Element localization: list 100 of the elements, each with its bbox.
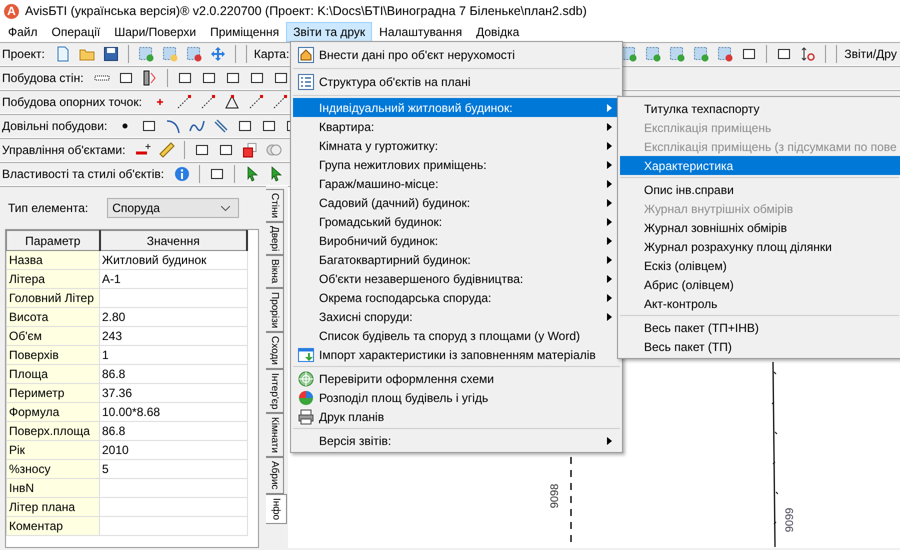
menu-item[interactable]: Список будівель та споруд з площами (у Word) xyxy=(293,326,620,345)
squares-icon[interactable] xyxy=(242,142,258,158)
element-type-dropdown[interactable]: Споруда xyxy=(107,198,240,218)
value-cell[interactable]: 37.36 xyxy=(100,384,247,402)
menu-item[interactable]: Розподіл площ будівель і угідь xyxy=(293,388,620,407)
new-file-icon[interactable] xyxy=(54,46,71,62)
value-cell[interactable]: 2.80 xyxy=(100,308,247,326)
menu-item[interactable]: Операції xyxy=(44,22,108,42)
info-icon[interactable] xyxy=(174,166,190,182)
menu-item[interactable]: Група нежитлових приміщень: xyxy=(293,155,620,174)
menu-item[interactable]: Кімната у гуртожитку: xyxy=(293,136,620,155)
menu-item[interactable]: Громадський будинок: xyxy=(293,212,620,231)
menu-item[interactable]: Версія звітів: xyxy=(293,431,620,450)
dotted-line-icon[interactable] xyxy=(176,94,192,110)
menu-item[interactable]: Приміщення xyxy=(203,22,286,42)
parameter-cell: Поверхів xyxy=(6,346,100,364)
menu-item[interactable]: Окрема господарська споруда: xyxy=(293,288,620,307)
wall-break-icon[interactable] xyxy=(142,70,158,86)
menu-item[interactable]: Весь пакет (ТП+ІНВ) xyxy=(620,318,900,337)
column-header[interactable]: Параметр xyxy=(6,230,100,250)
points-icon[interactable] xyxy=(248,94,264,110)
menu-item[interactable]: Файл xyxy=(1,22,45,42)
toolbar-label: Властивості та стилі об'єктів: xyxy=(2,167,164,181)
menu-item[interactable]: Налаштування xyxy=(372,22,470,42)
chevron-down-icon xyxy=(221,206,230,210)
side-tab[interactable]: Кімнати xyxy=(266,413,284,458)
menu-item[interactable]: Довідка xyxy=(469,22,526,42)
grid-remove-icon[interactable] xyxy=(186,46,202,62)
menu-item[interactable]: Титулка техпаспорту xyxy=(620,99,900,118)
value-cell[interactable]: 10.00*8.68 xyxy=(100,402,247,422)
parameter-cell: Головний Літер xyxy=(6,288,100,308)
menu-item[interactable]: Весь пакет (ТП) xyxy=(620,337,900,356)
value-cell[interactable]: 243 xyxy=(100,326,247,346)
area-remove-icon[interactable] xyxy=(717,46,734,62)
value-cell[interactable]: 5 xyxy=(100,460,247,478)
ruler-icon[interactable] xyxy=(159,142,176,158)
parameter-cell: Периметр xyxy=(6,384,100,402)
side-tab[interactable]: Вікна xyxy=(266,255,284,288)
menu-item[interactable]: Внести дані про об'єкт нерухомості xyxy=(293,44,620,66)
triangle-icon[interactable] xyxy=(224,94,240,110)
arc-icon[interactable] xyxy=(165,118,182,134)
dotted-line-icon[interactable] xyxy=(200,94,216,110)
menu-item[interactable]: Садовий (дачний) будинок: xyxy=(293,193,620,212)
column-header[interactable]: Значення xyxy=(100,230,247,250)
area-add-icon[interactable] xyxy=(669,46,686,62)
menu-item[interactable]: Друк планів xyxy=(293,407,620,426)
toolbar-label: Довільні побудови: xyxy=(2,119,108,133)
curve-icon[interactable] xyxy=(189,118,206,134)
menu-item[interactable]: Об'єкти незавершеного будівництва: xyxy=(293,269,620,288)
menu-item[interactable]: Багатоквартирний будинок: xyxy=(293,250,620,269)
menu-item[interactable]: Гараж/машино-місце: xyxy=(293,174,620,193)
app-logo: A xyxy=(4,4,19,18)
value-cell[interactable]: 2010 xyxy=(100,440,247,460)
target-icon xyxy=(298,370,314,386)
menu-item[interactable]: Імпорт характеристики із заповненням матеріалів xyxy=(293,345,620,364)
menu-item[interactable]: Ескіз (олівцем) xyxy=(620,256,900,275)
points-icon[interactable] xyxy=(272,94,288,110)
menu-item[interactable]: Звіти та друк xyxy=(286,22,372,42)
area-add-icon[interactable] xyxy=(693,46,710,62)
menu-item[interactable]: Шари/Поверхи xyxy=(107,22,204,42)
side-tab[interactable]: Стіни xyxy=(266,189,284,222)
side-tab[interactable]: Інтер'єр xyxy=(266,368,284,414)
grid-add-icon[interactable] xyxy=(138,46,154,62)
menu-item[interactable]: Опис інв.справи xyxy=(620,180,900,199)
dimension-label: 9099 xyxy=(784,508,796,532)
parameter-cell: Літер плана xyxy=(6,498,100,516)
value-cell[interactable]: 86.8 xyxy=(100,422,247,440)
menu-item[interactable]: Журнал зовнішніх обмірів xyxy=(620,218,900,237)
field-label: Тип елемента: xyxy=(8,201,88,215)
menu-item[interactable]: Структура об'єктів на плані xyxy=(293,71,620,93)
side-tab[interactable]: Абрис xyxy=(266,457,284,494)
value-cell[interactable]: 86.8 xyxy=(100,364,247,384)
area-add-icon[interactable] xyxy=(645,46,662,62)
menu-item[interactable]: Характеристика xyxy=(620,156,900,175)
side-tab[interactable]: Прорізи xyxy=(266,288,284,332)
parameter-cell: Рік xyxy=(6,440,100,460)
value-cell[interactable]: А-1 xyxy=(100,270,247,288)
menu-item[interactable]: Виробничий будинок: xyxy=(293,231,620,250)
height-pin-icon[interactable] xyxy=(800,46,816,62)
side-tab[interactable]: Сходи xyxy=(266,332,284,369)
side-tab[interactable]: Двері xyxy=(266,222,284,256)
value-cell[interactable]: Житловий будинок xyxy=(100,250,247,270)
menu-item[interactable]: Квартира: xyxy=(293,117,620,136)
toolbar-label: Побудова опорних точок: xyxy=(2,95,142,109)
menu-item[interactable]: Захисні споруди: xyxy=(293,307,620,326)
area-add-icon[interactable] xyxy=(621,46,638,62)
menu-item[interactable]: Журнал розрахунку площ ділянки xyxy=(620,237,900,256)
dimension-label: 9098 xyxy=(549,484,562,508)
move-arrows-icon[interactable] xyxy=(210,46,226,62)
side-tab[interactable]: Інфо xyxy=(266,494,287,524)
menu-item[interactable]: Індивідуальний житловий будинок: xyxy=(293,98,620,117)
list-icon xyxy=(298,74,314,90)
menu-item[interactable]: Абрис (олівцем) xyxy=(620,275,900,294)
menu-item[interactable]: Перевірити оформлення схеми xyxy=(293,369,620,388)
save-icon[interactable] xyxy=(102,46,119,62)
double-line-icon[interactable] xyxy=(213,118,230,134)
menu-item[interactable]: Акт-контроль xyxy=(620,294,900,313)
grid-folder-icon[interactable] xyxy=(162,46,178,62)
value-cell[interactable]: 1 xyxy=(100,346,247,364)
square-icon[interactable] xyxy=(237,118,254,134)
